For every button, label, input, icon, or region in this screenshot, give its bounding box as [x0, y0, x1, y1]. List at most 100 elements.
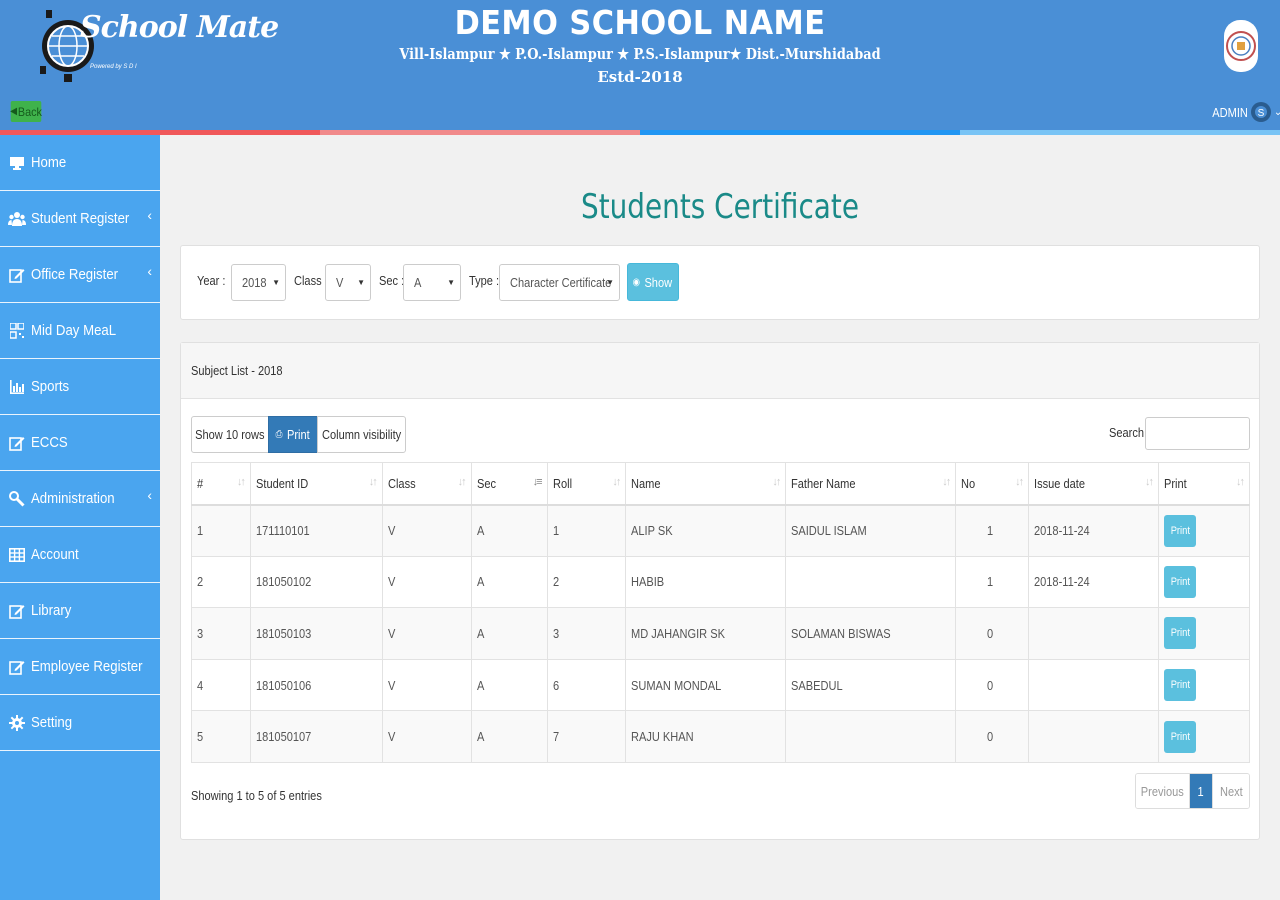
table-info: Showing 1 to 5 of 5 entries: [191, 788, 322, 803]
cell-sec: A: [470, 607, 548, 660]
column-label: #: [197, 475, 204, 491]
column-header-no[interactable]: No ↓↑: [955, 462, 1030, 506]
column-header-student-id[interactable]: Student ID ↓↑: [249, 462, 383, 506]
sidebar-item-setting[interactable]: Setting: [0, 695, 160, 751]
class-select[interactable]: V ▼: [325, 264, 371, 301]
column-header-print[interactable]: Print ↓↑: [1158, 462, 1250, 506]
column-header-name[interactable]: Name ↓↑: [625, 462, 787, 506]
pagination-next[interactable]: Next: [1212, 774, 1249, 808]
row-print-button[interactable]: Print: [1164, 617, 1197, 650]
sec-label: Sec :: [379, 273, 405, 288]
print-button[interactable]: ⎙ Print: [268, 416, 318, 453]
sidebar-item-student-register[interactable]: Student Register ‹: [0, 191, 160, 247]
column-visibility-label: Column visibility: [321, 427, 402, 442]
sidebar-item-employee-register[interactable]: Employee Register: [0, 639, 160, 695]
app-header: School Mate Powered by S D I DEMO SCHOOL…: [0, 0, 1280, 135]
wrench-icon: [8, 490, 26, 508]
panel-heading: Subject List - 2018: [181, 343, 1259, 399]
column-label: No: [961, 475, 976, 491]
table-row: 5 181050107 V A 7 RAJU KHAN 0 Print: [191, 710, 1250, 763]
cell-number: 2: [191, 555, 251, 609]
cell-father-name: [785, 555, 957, 609]
cell-name: HABIB: [625, 555, 787, 609]
cell-father-name: SAIDUL ISLAM: [785, 504, 957, 557]
subject-list-panel: Subject List - 2018 Show 10 rows ⎙ Print…: [180, 342, 1260, 840]
table-header-row: # ↓↑ Student ID ↓↑ Class ↓↑ Sec ↓≡ Roll ↓↑ Na…: [191, 462, 1250, 506]
cell-issue-date: [1028, 658, 1160, 712]
avatar: S: [1250, 102, 1271, 122]
row-print-label: Print: [1170, 524, 1190, 537]
cell-name: ALIP SK: [625, 504, 787, 557]
class-value: V: [336, 275, 344, 290]
sidebar-item-label: ECCS: [31, 434, 68, 451]
column-header-sec[interactable]: Sec ↓≡: [470, 462, 548, 506]
sidebar-item-label: Account: [31, 546, 79, 563]
cell-issue-date: 2018-11-24: [1028, 504, 1160, 557]
sidebar-item-account[interactable]: Account: [0, 527, 160, 583]
print-label: Print: [286, 427, 310, 442]
show-label: Show: [644, 274, 672, 290]
user-menu[interactable]: ADMIN S ⌄: [1206, 99, 1280, 125]
bar-chart-icon: [8, 378, 26, 396]
column-label: Issue date: [1034, 475, 1086, 491]
chevron-left-icon: ‹: [147, 207, 152, 223]
table-row: 1 171110101 V A 1 ALIP SK SAIDUL ISLAM 1…: [191, 504, 1250, 557]
column-header-roll[interactable]: Roll ↓↑: [546, 462, 627, 506]
show-button[interactable]: ◉ Show: [627, 263, 679, 301]
cell-father-name: [785, 710, 957, 763]
svg-text:S: S: [1258, 108, 1265, 119]
row-print-label: Print: [1170, 730, 1190, 743]
cell-name: SUMAN MONDAL: [625, 658, 787, 712]
sort-icon: ↓↑: [772, 476, 781, 488]
cell-name: RAJU KHAN: [625, 710, 787, 763]
sidebar-item-eccs[interactable]: ECCS: [0, 415, 160, 471]
students-table: # ↓↑ Student ID ↓↑ Class ↓↑ Sec ↓≡ Roll ↓↑ Na…: [191, 462, 1250, 763]
cell-class: V: [381, 555, 472, 609]
sort-icon: ↓↑: [1015, 476, 1024, 488]
sidebar-item-label: Office Register: [31, 266, 119, 283]
search-input[interactable]: [1145, 417, 1250, 450]
row-print-button[interactable]: Print: [1164, 514, 1197, 547]
type-select[interactable]: Character Certificate ▼: [499, 264, 620, 301]
show-rows-button[interactable]: Show 10 rows: [191, 416, 269, 453]
cell-roll: 3: [546, 607, 627, 660]
row-print-button[interactable]: Print: [1164, 565, 1197, 598]
sidebar-item-library[interactable]: Library: [0, 583, 160, 639]
sidebar-item-label: Setting: [31, 714, 73, 731]
sidebar-item-mid-day-meal[interactable]: Mid Day MeaL: [0, 303, 160, 359]
cell-print: Print: [1158, 555, 1250, 609]
cog-icon: [8, 714, 26, 732]
sidebar-item-label: Administration: [31, 490, 115, 507]
back-button[interactable]: ◀ Back: [10, 101, 42, 122]
qrcode-icon: [8, 322, 26, 340]
cell-roll: 2: [546, 555, 627, 609]
cell-student-id: 181050102: [249, 555, 383, 609]
chevron-down-icon: ⌄: [1273, 106, 1280, 118]
pagination-previous[interactable]: Previous: [1136, 774, 1190, 808]
table-row: 4 181050106 V A 6 SUMAN MONDAL SABEDUL 0…: [191, 658, 1250, 712]
pagination-page-1[interactable]: 1: [1190, 774, 1212, 808]
chevron-left-icon: ‹: [147, 487, 152, 503]
row-print-button[interactable]: Print: [1164, 669, 1197, 702]
column-header-father-name[interactable]: Father Name ↓↑: [785, 462, 957, 506]
cell-number: 5: [191, 710, 251, 763]
sidebar-item-sports[interactable]: Sports: [0, 359, 160, 415]
year-select[interactable]: 2018 ▼: [231, 264, 286, 301]
row-print-button[interactable]: Print: [1164, 720, 1197, 753]
column-header-issue-date[interactable]: Issue date ↓↑: [1028, 462, 1160, 506]
caret-down-icon: ▼: [447, 278, 455, 287]
sidebar-item-office-register[interactable]: Office Register ‹: [0, 247, 160, 303]
sidebar-item-home[interactable]: Home: [0, 135, 160, 191]
cell-father-name: SOLAMAN BISWAS: [785, 607, 957, 660]
sort-icon: ↓↑: [236, 476, 246, 488]
column-header-class[interactable]: Class ↓↑: [381, 462, 472, 506]
cell-sec: A: [470, 555, 548, 609]
column-visibility-button[interactable]: Column visibility: [317, 416, 406, 453]
sec-select[interactable]: A ▼: [403, 264, 461, 301]
table-icon: [8, 546, 26, 564]
sidebar-item-administration[interactable]: Administration ‹: [0, 471, 160, 527]
search-label: Search:: [1109, 425, 1148, 440]
sidebar-item-label: Student Register: [31, 210, 130, 227]
year-label: Year :: [197, 273, 226, 288]
column-header-number[interactable]: # ↓↑: [191, 462, 251, 506]
